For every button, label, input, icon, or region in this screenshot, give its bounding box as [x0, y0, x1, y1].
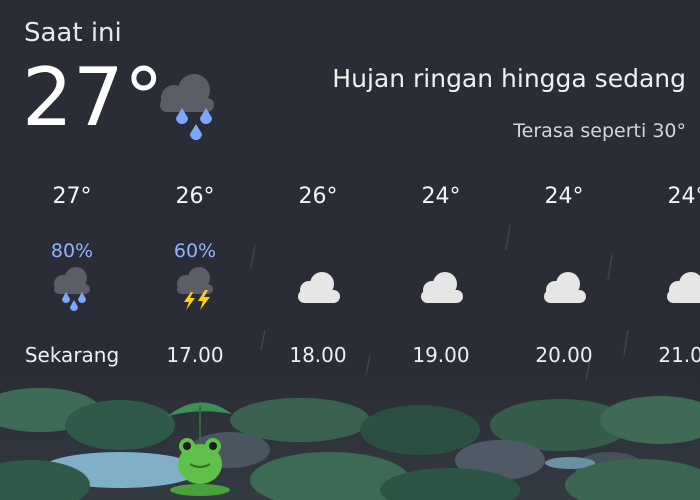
precip-chance: 60%	[173, 240, 217, 262]
hour-time: 20.00	[535, 343, 593, 367]
hour-time: 19.00	[412, 343, 470, 367]
cloud-thunderstorm-icon	[133, 262, 257, 318]
hour-temperature: 26°	[175, 184, 215, 209]
hourly-item[interactable]: 26° 18.00	[256, 0, 380, 380]
hour-time: 21.00	[658, 343, 700, 367]
cloud-icon	[379, 262, 503, 318]
rainy-garden-illustration	[0, 380, 700, 500]
hourly-item[interactable]: 24° 20.00	[502, 0, 626, 380]
cloud-icon	[502, 262, 626, 318]
hour-temperature: 24°	[544, 184, 584, 209]
precip-chance: 80%	[50, 240, 94, 262]
cloud-icon	[625, 262, 700, 318]
hour-temperature: 26°	[298, 184, 338, 209]
hour-time: 18.00	[289, 343, 347, 367]
cloud-icon	[256, 262, 380, 318]
hourly-item[interactable]: 24° 21.00	[625, 0, 700, 380]
hour-temperature: 24°	[667, 184, 700, 209]
hour-time: Sekarang	[24, 343, 120, 367]
hour-temperature: 24°	[421, 184, 461, 209]
cloud-rain-icon	[10, 262, 134, 318]
hourly-item[interactable]: 24° 19.00	[379, 0, 503, 380]
hour-time: 17.00	[166, 343, 224, 367]
hourly-item[interactable]: 27° 80% Sekarang	[10, 0, 134, 380]
hour-temperature: 27°	[52, 184, 92, 209]
hourly-item[interactable]: 26° 60% 17.00	[133, 0, 257, 380]
